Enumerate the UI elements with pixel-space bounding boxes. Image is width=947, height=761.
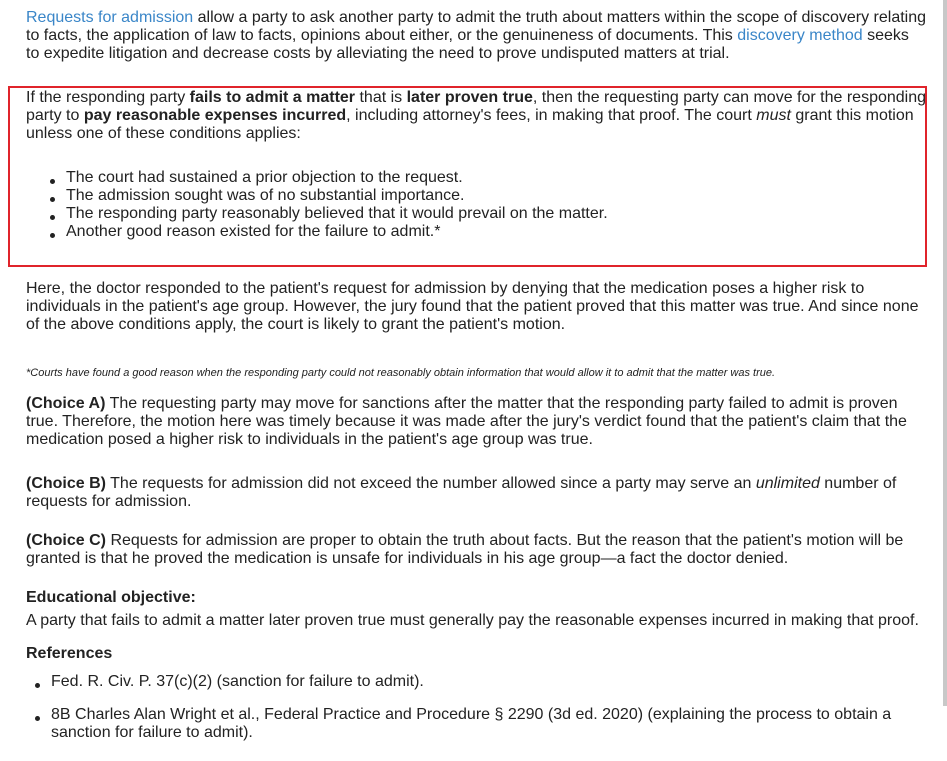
scrollbar[interactable] <box>943 0 947 706</box>
choice-a-explanation: (Choice A) The requesting party may move… <box>26 395 926 449</box>
condition-item: Another good reason existed for the fail… <box>26 223 926 241</box>
condition-item: The court had sustained a prior objectio… <box>26 169 926 187</box>
rule-text-4: , including attorney's fees, in making t… <box>346 107 757 124</box>
choice-a-label: (Choice A) <box>26 395 106 412</box>
rule-text-1: If the responding party <box>26 89 190 106</box>
condition-item: The responding party reasonably believed… <box>26 205 926 223</box>
application-paragraph: Here, the doctor responded to the patien… <box>26 280 919 333</box>
rule-bold-2: later proven true <box>406 89 533 106</box>
choice-c-label: (Choice C) <box>26 532 106 549</box>
choice-c-text: Requests for admission are proper to obt… <box>26 532 904 567</box>
rule-text-2: that is <box>355 89 407 106</box>
references-list: 8B Charles Alan Wright et al., Federal P… <box>26 706 926 742</box>
choice-b-italic: unlimited <box>755 475 820 492</box>
rule-bold-1: fails to admit a matter <box>189 89 356 106</box>
reference-item: 8B Charles Alan Wright et al., Federal P… <box>26 706 926 742</box>
rule-italic-1: must <box>756 107 791 124</box>
rule-paragraph: If the responding party fails to admit a… <box>26 89 926 143</box>
discovery-method-link[interactable]: discovery method <box>737 27 862 44</box>
requests-for-admission-link[interactable]: Requests for admission <box>26 9 193 26</box>
choice-b-explanation: (Choice B) The requests for admission di… <box>26 475 926 511</box>
choice-c-explanation: (Choice C) Requests for admission are pr… <box>26 532 926 568</box>
rule-bold-3: pay reasonable expenses incurred <box>83 107 347 124</box>
conditions-list: The court had sustained a prior objectio… <box>26 169 926 241</box>
reference-item: Fed. R. Civ. P. 37(c)(2) (sanction for f… <box>26 673 926 691</box>
references-list: Fed. R. Civ. P. 37(c)(2) (sanction for f… <box>26 673 926 691</box>
choice-b-label: (Choice B) <box>26 475 106 492</box>
references-heading: References <box>26 645 113 662</box>
intro-paragraph: Requests for admission allow a party to … <box>26 9 926 63</box>
choice-b-text-1: The requests for admission did not excee… <box>106 475 756 492</box>
choice-a-text: The requesting party may move for sancti… <box>26 395 907 448</box>
educational-objective-heading: Educational objective: <box>26 589 196 606</box>
footnote: *Courts have found a good reason when th… <box>26 367 776 379</box>
educational-objective-text: A party that fails to admit a matter lat… <box>26 612 919 629</box>
condition-item: The admission sought was of no substanti… <box>26 187 926 205</box>
